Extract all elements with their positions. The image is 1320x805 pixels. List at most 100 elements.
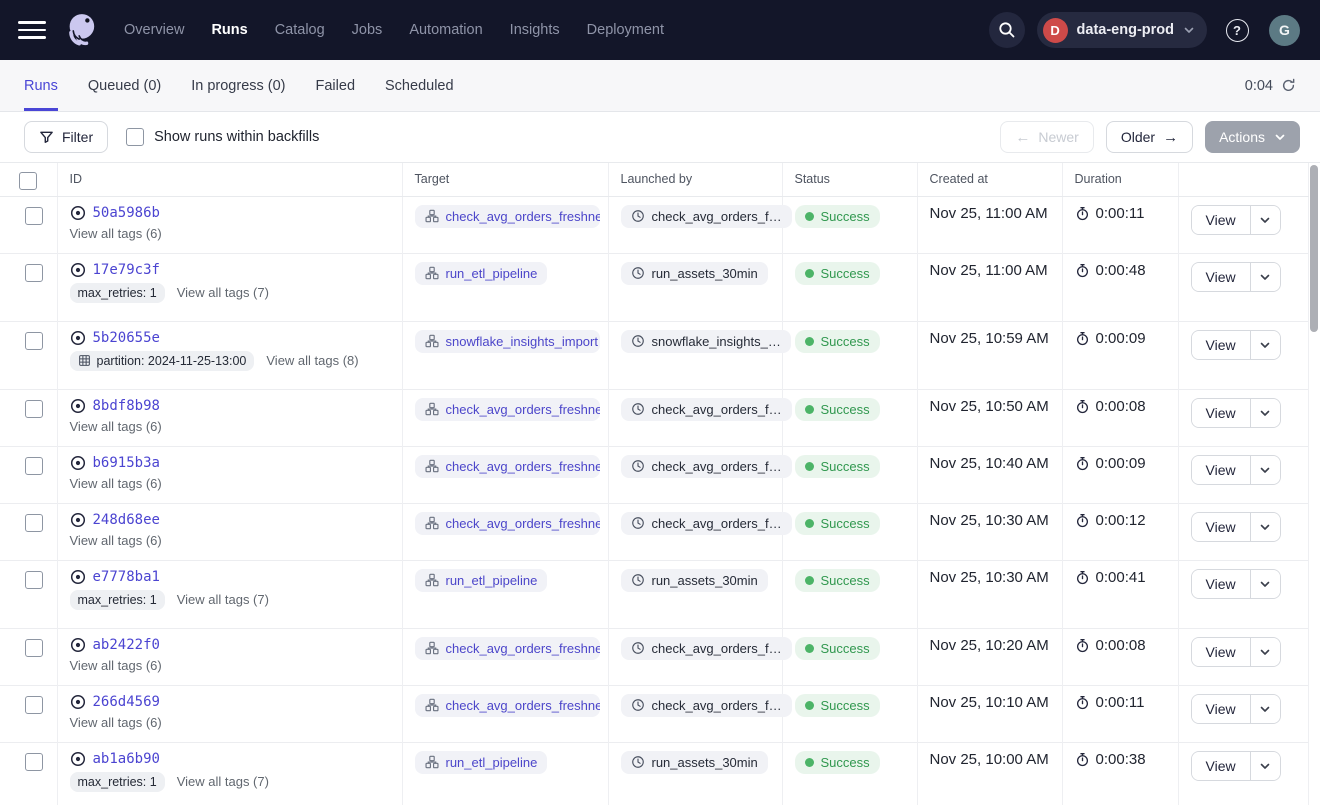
target-pill[interactable]: check_avg_orders_freshne [415,398,600,421]
older-button[interactable]: Older → [1106,121,1193,153]
nav-deployment[interactable]: Deployment [587,22,664,38]
tag-pill[interactable]: partition: 2024-11-25-13:00 [70,351,255,371]
launched-by-pill[interactable]: snowflake_insights_… [621,330,791,353]
select-all-checkbox[interactable] [19,172,37,190]
run-id-link[interactable]: 8bdf8b98 [93,398,160,414]
target-pill[interactable]: run_etl_pipeline [415,569,548,592]
row-checkbox[interactable] [25,514,43,532]
tab-scheduled[interactable]: Scheduled [385,60,454,111]
view-button[interactable]: View [1192,456,1250,484]
view-button[interactable]: View [1192,570,1250,598]
target-pill[interactable]: check_avg_orders_freshne [415,455,600,478]
launched-by-pill[interactable]: check_avg_orders_f… [621,637,792,660]
filter-button[interactable]: Filter [24,121,108,153]
view-button[interactable]: View [1192,263,1250,291]
launched-by-pill[interactable]: check_avg_orders_f… [621,455,792,478]
row-checkbox[interactable] [25,457,43,475]
backfills-checkbox[interactable] [126,128,144,146]
target-pill[interactable]: check_avg_orders_freshne [415,637,600,660]
row-checkbox[interactable] [25,696,43,714]
launched-by-pill[interactable]: check_avg_orders_f… [621,398,792,421]
nav-jobs[interactable]: Jobs [352,22,383,38]
target-pill[interactable]: run_etl_pipeline [415,751,548,774]
run-id-link[interactable]: b6915b3a [93,455,160,471]
refresh-button[interactable] [1281,78,1296,93]
view-all-tags-link[interactable]: View all tags (6) [70,533,162,548]
run-id-link[interactable]: ab2422f0 [93,637,160,653]
row-checkbox[interactable] [25,571,43,589]
view-all-tags-link[interactable]: View all tags (7) [177,592,269,607]
view-button[interactable]: View [1192,331,1250,359]
tag-pill[interactable]: max_retries: 1 [70,590,165,610]
run-id-link[interactable]: 5b20655e [93,330,160,346]
launched-by-pill[interactable]: run_assets_30min [621,751,768,774]
tab-in-progress[interactable]: In progress (0) [191,60,285,111]
target-pill[interactable]: check_avg_orders_freshne [415,512,600,535]
view-all-tags-link[interactable]: View all tags (6) [70,226,162,241]
launched-by-pill[interactable]: check_avg_orders_f… [621,512,792,535]
view-all-tags-link[interactable]: View all tags (8) [266,353,358,368]
view-dropdown-button[interactable] [1250,695,1280,723]
nav-automation[interactable]: Automation [409,22,482,38]
row-checkbox[interactable] [25,332,43,350]
view-dropdown-button[interactable] [1250,263,1280,291]
run-id-link[interactable]: ab1a6b90 [93,751,160,767]
row-checkbox[interactable] [25,639,43,657]
tab-queued[interactable]: Queued (0) [88,60,161,111]
tag-pill[interactable]: max_retries: 1 [70,772,165,792]
run-id-link[interactable]: 266d4569 [93,694,160,710]
view-dropdown-button[interactable] [1250,456,1280,484]
search-button[interactable] [989,12,1025,48]
view-button[interactable]: View [1192,206,1250,234]
tab-runs[interactable]: Runs [24,60,58,111]
row-checkbox[interactable] [25,400,43,418]
run-id-link[interactable]: e7778ba1 [93,569,160,585]
run-id-link[interactable]: 50a5986b [93,205,160,221]
view-all-tags-link[interactable]: View all tags (7) [177,285,269,300]
row-checkbox[interactable] [25,753,43,771]
launched-by-pill[interactable]: check_avg_orders_f… [621,694,792,717]
launched-by-pill[interactable]: run_assets_30min [621,262,768,285]
backfills-toggle[interactable]: Show runs within backfills [126,128,319,146]
view-dropdown-button[interactable] [1250,638,1280,666]
launched-by-pill[interactable]: check_avg_orders_f… [621,205,792,228]
view-all-tags-link[interactable]: View all tags (7) [177,774,269,789]
row-checkbox[interactable] [25,207,43,225]
user-avatar[interactable]: G [1269,15,1300,46]
view-all-tags-link[interactable]: View all tags (6) [70,658,162,673]
run-id-link[interactable]: 248d68ee [93,512,160,528]
nav-runs[interactable]: Runs [211,22,247,38]
target-pill[interactable]: check_avg_orders_freshne [415,694,600,717]
deployment-switcher[interactable]: D data-eng-prod [1037,12,1207,48]
view-all-tags-link[interactable]: View all tags (6) [70,419,162,434]
view-button[interactable]: View [1192,513,1250,541]
view-dropdown-button[interactable] [1250,399,1280,427]
row-checkbox[interactable] [25,264,43,282]
view-button[interactable]: View [1192,399,1250,427]
menu-icon[interactable] [18,21,46,39]
launched-by-pill[interactable]: run_assets_30min [621,569,768,592]
vertical-scrollbar[interactable] [1310,165,1318,332]
view-all-tags-link[interactable]: View all tags (6) [70,476,162,491]
view-dropdown-button[interactable] [1250,206,1280,234]
view-button[interactable]: View [1192,638,1250,666]
tag-pill[interactable]: max_retries: 1 [70,283,165,303]
view-all-tags-link[interactable]: View all tags (6) [70,715,162,730]
nav-insights[interactable]: Insights [510,22,560,38]
actions-button[interactable]: Actions [1205,121,1300,153]
view-dropdown-button[interactable] [1250,513,1280,541]
dagster-logo[interactable] [60,9,102,51]
view-button[interactable]: View [1192,752,1250,780]
view-dropdown-button[interactable] [1250,752,1280,780]
target-pill[interactable]: check_avg_orders_freshne [415,205,600,228]
view-dropdown-button[interactable] [1250,570,1280,598]
tab-failed[interactable]: Failed [316,60,356,111]
run-id-link[interactable]: 17e79c3f [93,262,160,278]
help-button[interactable]: ? [1219,12,1255,48]
view-button[interactable]: View [1192,695,1250,723]
nav-overview[interactable]: Overview [124,22,184,38]
nav-catalog[interactable]: Catalog [275,22,325,38]
target-pill[interactable]: snowflake_insights_import [415,330,600,353]
view-dropdown-button[interactable] [1250,331,1280,359]
target-pill[interactable]: run_etl_pipeline [415,262,548,285]
